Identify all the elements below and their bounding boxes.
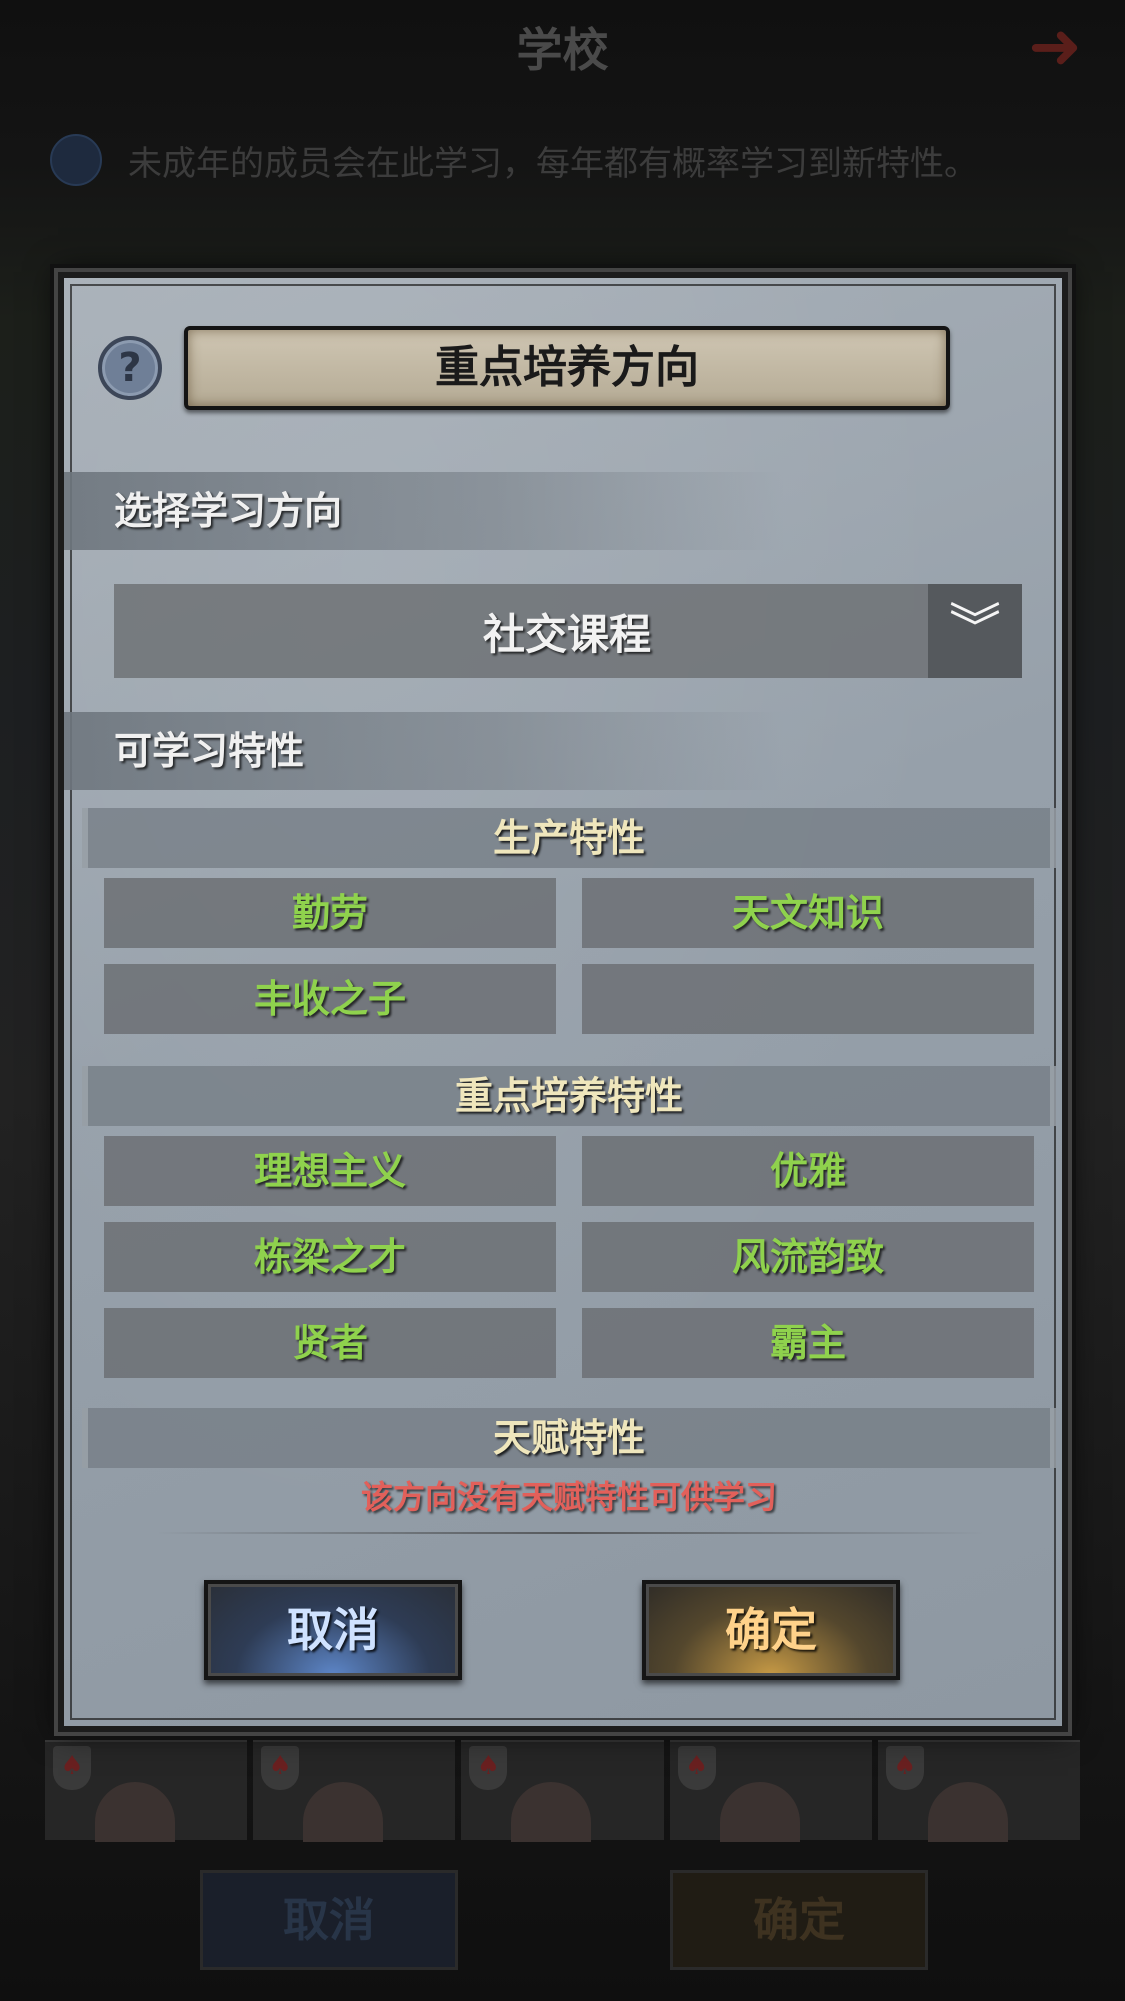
shield-icon: ♠: [885, 1746, 924, 1790]
category-production: 生产特性: [82, 808, 1056, 868]
shield-icon: ♠: [53, 1746, 91, 1790]
info-icon: [50, 134, 102, 186]
background-confirm-button: 确定: [670, 1870, 928, 1970]
trait-item[interactable]: 栋梁之才: [104, 1222, 556, 1292]
cancel-button[interactable]: 取消: [204, 1580, 462, 1680]
dropdown-selected-value: 社交课程: [482, 609, 651, 659]
member-portrait[interactable]: ♠: [877, 1740, 1081, 1842]
category-focus: 重点培养特性: [82, 1066, 1056, 1126]
info-text: 未成年的成员会在此学习，每年都有概率学习到新特性。: [128, 143, 978, 184]
no-talent-message: 该方向没有天赋特性可供学习: [360, 1478, 777, 1516]
member-portraits: ♠ ♠ ♠ ♠ ♠: [45, 1740, 1081, 1842]
trait-item[interactable]: 理想主义: [104, 1136, 556, 1206]
member-portrait[interactable]: ♠: [669, 1740, 872, 1842]
trait-item[interactable]: 贤者: [104, 1308, 556, 1378]
help-icon[interactable]: ?: [98, 336, 162, 400]
direction-dropdown[interactable]: 社交课程 ︾: [114, 584, 1022, 678]
divider: [154, 1532, 984, 1534]
member-portrait[interactable]: ♠: [253, 1740, 456, 1842]
avatar: [511, 1782, 592, 1842]
avatar: [927, 1782, 1008, 1842]
trait-item[interactable]: 丰收之子: [104, 964, 556, 1034]
info-row: 未成年的成员会在此学习，每年都有概率学习到新特性。: [50, 130, 1100, 190]
trait-item[interactable]: 天文知识: [582, 878, 1034, 948]
avatar: [95, 1782, 175, 1842]
confirm-button[interactable]: 确定: [642, 1580, 900, 1680]
trait-item-empty: [582, 964, 1034, 1034]
background-cancel-button: 取消: [200, 1870, 458, 1970]
chevron-double-down-icon[interactable]: ︾: [928, 584, 1022, 678]
focus-direction-dialog: ? 重点培养方向 选择学习方向 社交课程 ︾ 可学习特性 生产特性 勤劳 天文知…: [58, 272, 1068, 1732]
member-portrait[interactable]: ♠: [461, 1740, 664, 1842]
back-arrow-icon[interactable]: ➜: [1005, 12, 1105, 82]
trait-item[interactable]: 勤劳: [104, 878, 556, 948]
trait-item[interactable]: 风流韵致: [582, 1222, 1034, 1292]
learnable-section-label: 可学习特性: [64, 712, 784, 790]
shield-icon: ♠: [677, 1746, 716, 1790]
category-talent: 天赋特性: [82, 1408, 1056, 1468]
shield-icon: ♠: [261, 1746, 300, 1790]
direction-section-label: 选择学习方向: [64, 472, 784, 550]
avatar: [719, 1782, 800, 1842]
trait-item[interactable]: 优雅: [582, 1136, 1034, 1206]
dialog-title: 重点培养方向: [184, 326, 950, 410]
shield-icon: ♠: [469, 1746, 508, 1790]
screen-title: 学校: [516, 23, 609, 77]
trait-item[interactable]: 霸主: [582, 1308, 1034, 1378]
member-portrait[interactable]: ♠: [45, 1740, 248, 1842]
avatar: [303, 1782, 384, 1842]
